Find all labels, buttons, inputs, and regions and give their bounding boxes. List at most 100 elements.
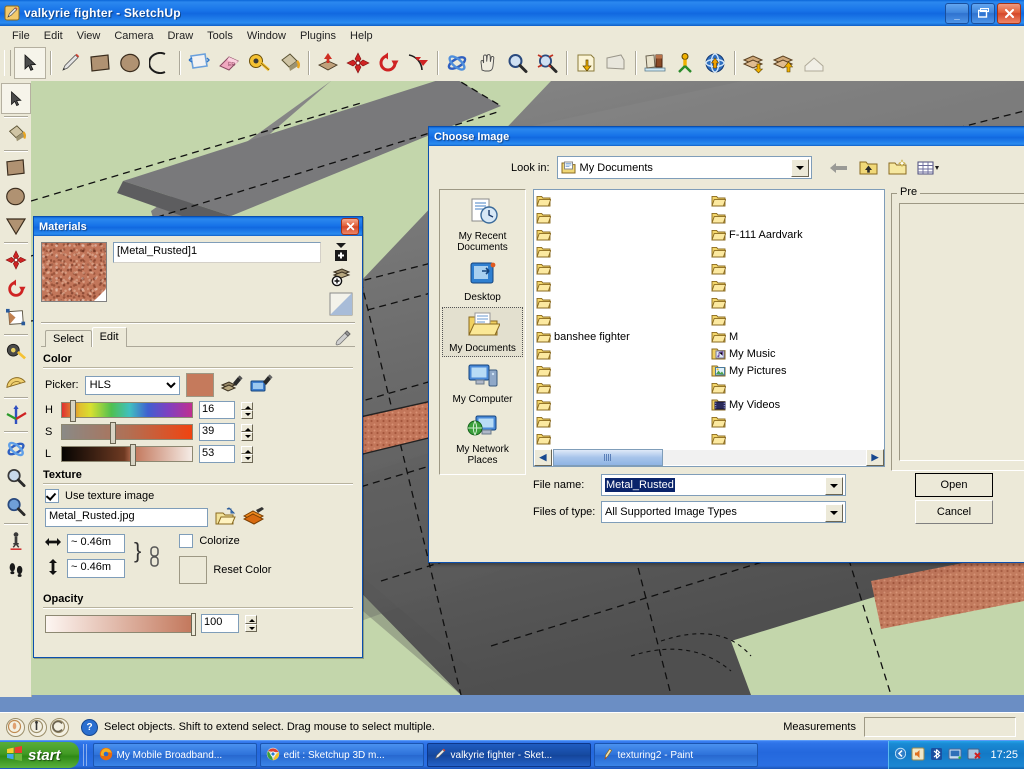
menu-item-view[interactable]: View [70, 28, 108, 44]
move-tool-button-left[interactable] [2, 245, 30, 274]
lightness-slider-thumb[interactable] [130, 444, 136, 466]
place-my-recent-documents[interactable]: My Recent Documents [443, 194, 522, 255]
follow-me-tool-button[interactable] [403, 48, 433, 78]
taskbar-item-firefox[interactable]: My Mobile Broadband... [93, 743, 257, 767]
position-camera-tool-button[interactable] [670, 48, 700, 78]
file-list-item[interactable] [711, 277, 884, 294]
hscroll-thumb[interactable] [553, 449, 663, 466]
section-plane-tool-button[interactable] [640, 48, 670, 78]
move-tool-button[interactable] [343, 48, 373, 78]
file-list-item[interactable] [711, 260, 884, 277]
measurements-field[interactable] [864, 717, 1016, 737]
material-swatch[interactable] [41, 242, 107, 302]
credits-icon[interactable] [50, 718, 69, 737]
files-of-type-combobox[interactable]: All Supported Image Types [601, 501, 846, 523]
geo-location-icon[interactable] [6, 718, 25, 737]
orbit-tool-button[interactable] [442, 48, 472, 78]
push-pull-tool-button[interactable] [313, 48, 343, 78]
file-list-item[interactable]: banshee fighter [536, 328, 709, 345]
sample-paint-icon[interactable] [333, 329, 355, 347]
rectangle-tool-button[interactable] [85, 48, 115, 78]
opacity-slider[interactable] [45, 615, 195, 633]
rotate-tool-button-left[interactable] [2, 274, 30, 303]
file-list-item[interactable] [536, 396, 709, 413]
file-list-item[interactable] [536, 243, 709, 260]
taskbar-item-sketchup[interactable]: valkyrie fighter - Sket... [427, 743, 591, 767]
file-list-hscrollbar[interactable]: ◀ ▶ [533, 449, 885, 467]
colorize-checkbox[interactable] [179, 534, 193, 548]
file-list-item[interactable] [536, 260, 709, 277]
menu-item-edit[interactable]: Edit [37, 28, 70, 44]
match-color-in-model-icon[interactable] [220, 374, 244, 396]
saturation-slider-thumb[interactable] [110, 422, 116, 444]
material-list-menu-icon[interactable] [331, 242, 351, 262]
scroll-right-button[interactable]: ▶ [866, 449, 884, 466]
next-view-button[interactable] [601, 48, 631, 78]
reset-color-button[interactable] [179, 556, 207, 584]
circle-tool-button-left[interactable] [2, 182, 30, 211]
texture-height-field[interactable]: ~ 0.46m [67, 559, 125, 578]
file-list-item[interactable]: F-111 Aardvark [711, 226, 884, 243]
choose-image-dialog[interactable]: Choose Image Look in: My Documents [428, 126, 1024, 563]
lightness-slider[interactable] [61, 446, 193, 462]
axes-tool-button-left[interactable] [2, 400, 30, 429]
network-icon[interactable] [948, 747, 962, 764]
place-my-computer[interactable]: My Computer [443, 359, 522, 407]
menu-item-window[interactable]: Window [240, 28, 293, 44]
previous-view-button[interactable] [571, 48, 601, 78]
file-list-item[interactable]: My Videos [711, 396, 884, 413]
file-list-item[interactable] [536, 311, 709, 328]
taskbar-item-paint[interactable]: texturing2 - Paint [594, 743, 758, 767]
lock-aspect-ratio-icon[interactable] [148, 546, 161, 571]
taskbar-clock[interactable]: 17:25 [990, 749, 1018, 761]
zoom-extents-tool-button[interactable] [532, 48, 562, 78]
menu-item-draw[interactable]: Draw [160, 28, 200, 44]
start-button[interactable]: start [0, 742, 79, 768]
file-list[interactable]: banshee fighter F-111 AardvarkMMy MusicM… [533, 189, 885, 451]
rectangle-tool-button-left[interactable] [2, 153, 30, 182]
saturation-value-field[interactable]: 39 [199, 423, 235, 441]
file-list-item[interactable] [536, 379, 709, 396]
file-list-item[interactable] [711, 294, 884, 311]
scroll-left-button[interactable]: ◀ [534, 449, 552, 466]
close-button[interactable] [997, 3, 1021, 24]
paint-bucket-tool-button[interactable] [274, 48, 304, 78]
make-component-tool-button[interactable] [184, 48, 214, 78]
lightness-value-field[interactable]: 53 [199, 445, 235, 463]
pan-tool-button[interactable] [472, 48, 502, 78]
menu-item-camera[interactable]: Camera [107, 28, 160, 44]
walk-tool-button-left[interactable] [2, 555, 30, 584]
hscroll-track[interactable] [663, 450, 866, 465]
eraser-tool-button[interactable]: ER [214, 48, 244, 78]
select-tool-button[interactable] [14, 47, 46, 79]
polygon-tool-button-left[interactable] [2, 211, 30, 240]
cancel-button[interactable]: Cancel [915, 500, 993, 524]
file-list-item[interactable] [711, 243, 884, 260]
tab-edit[interactable]: Edit [92, 327, 127, 347]
menu-item-file[interactable]: File [5, 28, 37, 44]
build-maker-button[interactable] [799, 48, 829, 78]
paint-bucket-tool-button-left[interactable] [2, 119, 30, 148]
tape-measure-tool-button-left[interactable] [2, 337, 30, 366]
solar-north-icon[interactable] [28, 718, 47, 737]
hue-slider[interactable] [61, 402, 193, 418]
zoom-tool-button[interactable] [502, 48, 532, 78]
match-color-on-screen-icon[interactable] [250, 374, 274, 396]
menu-item-plugins[interactable]: Plugins [293, 28, 343, 44]
files-of-type-dropdown-arrow[interactable] [825, 504, 843, 522]
zoom-window-tool-button-left[interactable] [2, 492, 30, 521]
get-models-button[interactable] [739, 48, 769, 78]
place-my-network-places[interactable]: My Network Places [443, 409, 522, 468]
select-tool-button-left[interactable] [1, 83, 31, 114]
menu-item-tools[interactable]: Tools [200, 28, 240, 44]
file-list-item[interactable] [711, 209, 884, 226]
minimize-button[interactable]: _ [945, 3, 969, 24]
back-button[interactable] [827, 157, 850, 179]
scale-tool-button-left[interactable] [2, 303, 30, 332]
volume-icon[interactable] [911, 747, 925, 764]
file-list-item[interactable] [536, 362, 709, 379]
hue-value-field[interactable]: 16 [199, 401, 235, 419]
opacity-value-field[interactable]: 100 [201, 614, 239, 633]
picker-select[interactable]: HLS [85, 376, 180, 395]
taskbar-item-chrome[interactable]: edit : Sketchup 3D m... [260, 743, 424, 767]
